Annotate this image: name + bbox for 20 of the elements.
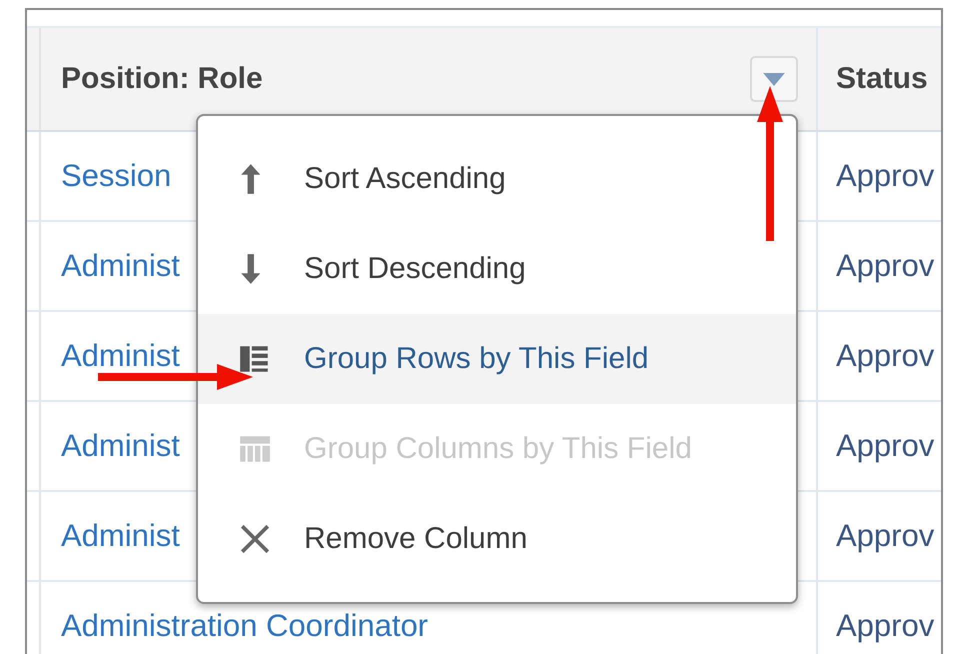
menu-item[interactable]: Remove Column	[198, 494, 796, 584]
status-text: Approv	[836, 338, 934, 374]
role-link[interactable]: Session	[61, 158, 172, 194]
menu-item[interactable]: Group Rows by This Field	[198, 314, 796, 404]
column-menu-button[interactable]	[750, 56, 798, 102]
status-text: Approv	[836, 518, 934, 554]
role-link[interactable]: Administ	[61, 518, 180, 554]
menu-item[interactable]: Sort Ascending	[198, 134, 796, 224]
status-text: Approv	[836, 428, 934, 464]
close-icon	[238, 522, 272, 556]
status-text: Approv	[836, 158, 934, 194]
status-text: Approv	[836, 248, 934, 284]
role-link[interactable]: Administ	[61, 338, 180, 374]
role-link[interactable]: Administ	[61, 428, 180, 464]
column-header: Position: Role	[61, 62, 263, 96]
column-header: Status	[836, 62, 928, 96]
role-link[interactable]: Administration Coordinator	[61, 608, 428, 644]
menu-item[interactable]: Sort Descending	[198, 224, 796, 314]
status-text: Approv	[836, 608, 934, 644]
role-link[interactable]: Administ	[61, 248, 180, 284]
